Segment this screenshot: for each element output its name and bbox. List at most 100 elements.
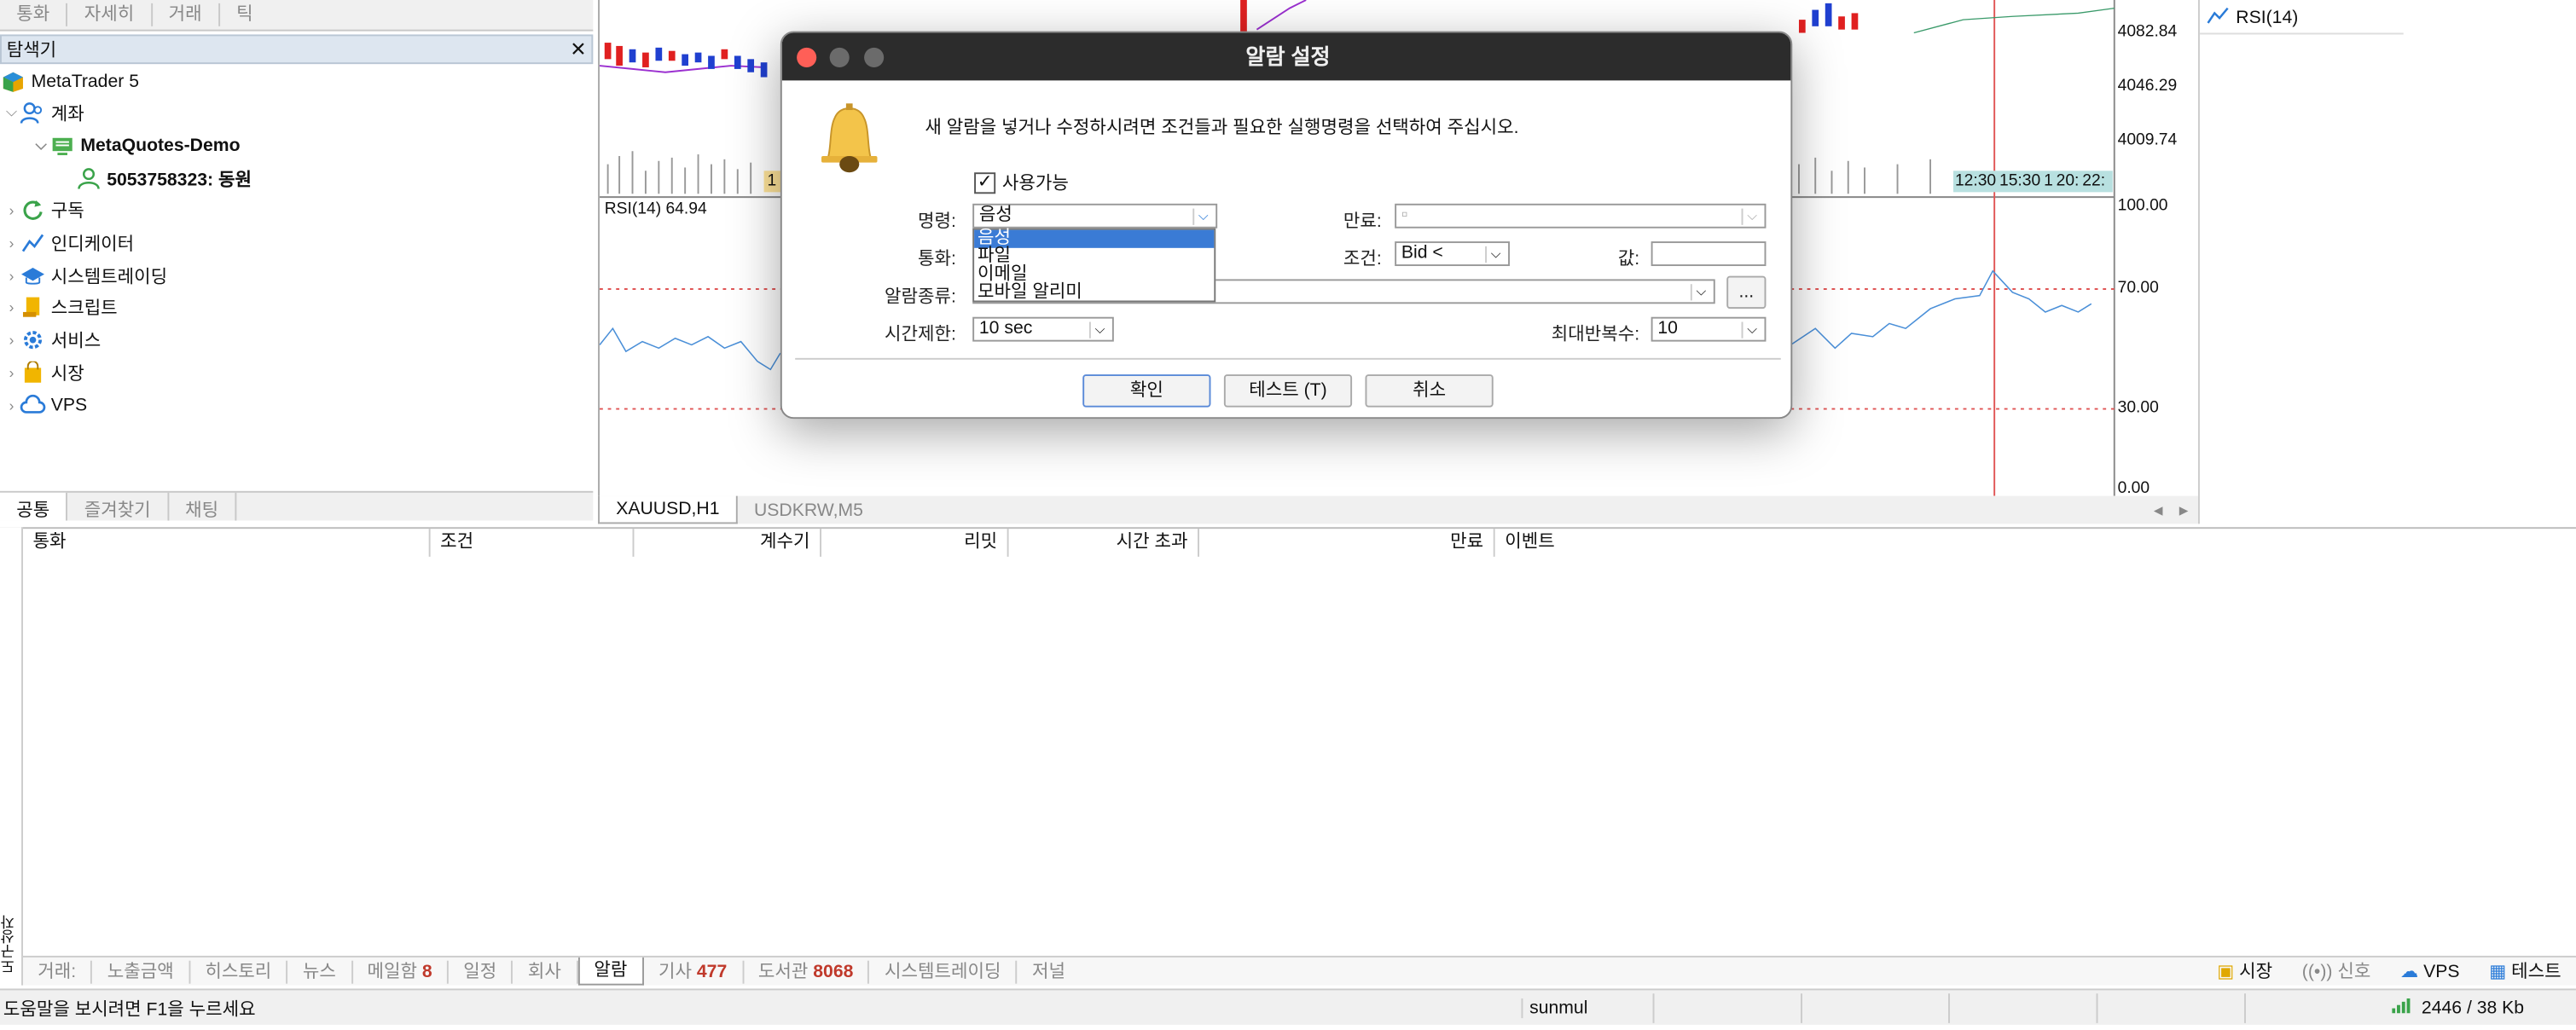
- timeout-select[interactable]: 10 sec ⌵: [972, 316, 1114, 342]
- tab-journal[interactable]: 저널: [1018, 960, 1081, 983]
- action-select[interactable]: 음성 ⌵: [972, 203, 1218, 229]
- tab-history[interactable]: 히스토리: [190, 959, 288, 983]
- market-watch-tabs: 통화 자세히 거래 틱: [0, 0, 594, 32]
- chevron-right-icon[interactable]: ›: [3, 201, 20, 217]
- nav-services[interactable]: › 서비스: [3, 323, 101, 355]
- tab-mailbox[interactable]: 메일함 8: [352, 959, 449, 983]
- tab-calendar[interactable]: 일정: [449, 959, 513, 983]
- tab-chart-usdkrw[interactable]: USDKRW,M5: [738, 497, 879, 524]
- nav-algo-trading[interactable]: › 시스템트레이딩: [3, 259, 167, 291]
- tab-alerts[interactable]: 알람: [577, 957, 644, 986]
- price-label: 4082.84: [2117, 22, 2178, 42]
- chevron-right-icon[interactable]: ›: [3, 364, 20, 380]
- col-expiry[interactable]: 만료: [1199, 529, 1495, 557]
- chevron-down-icon[interactable]: ⌵: [1192, 208, 1212, 225]
- nav-market[interactable]: › 시장: [3, 356, 84, 388]
- ok-button[interactable]: 확인: [1082, 374, 1211, 408]
- users-icon: [20, 100, 46, 126]
- cloud-icon: ☁: [2400, 961, 2419, 981]
- scroll-right-icon[interactable]: ▸: [2169, 497, 2198, 524]
- tab-trading[interactable]: 거래: [152, 3, 220, 26]
- col-symbol[interactable]: 통화: [23, 529, 431, 557]
- chevron-down-icon[interactable]: ⌵: [33, 136, 49, 154]
- col-counter[interactable]: 계수기: [634, 529, 821, 557]
- close-icon[interactable]: ✕: [570, 38, 586, 61]
- expiry-field[interactable]: ▫ ⌵: [1395, 203, 1767, 229]
- col-timeout[interactable]: 시간 초과: [1009, 529, 1199, 557]
- enabled-checkbox[interactable]: ✓ 사용가능: [974, 169, 1069, 195]
- tab-algo-trading[interactable]: 시스템트레이딩: [870, 959, 1018, 983]
- toolbox-side-title: 도구상자: [0, 914, 17, 975]
- tab-ticks[interactable]: 틱: [220, 3, 270, 26]
- tab-library[interactable]: 도서관 8068: [744, 959, 870, 983]
- help-text: 도움말을 보시려면 F1을 누르세요: [3, 998, 256, 1020]
- tab-news[interactable]: 뉴스: [288, 959, 353, 983]
- chevron-down-icon[interactable]: ⌵: [1088, 321, 1109, 339]
- tab-articles[interactable]: 기사 477: [644, 959, 744, 983]
- tab-exposure[interactable]: 노출금액: [92, 959, 190, 983]
- max-iterations-select[interactable]: 10 ⌵: [1651, 316, 1767, 342]
- option-sound[interactable]: 음성: [974, 229, 1215, 248]
- tab-common[interactable]: 공통: [0, 492, 68, 521]
- condition-select[interactable]: Bid < ⌵: [1395, 241, 1510, 267]
- nav-indicators[interactable]: › 인디케이터: [3, 227, 134, 258]
- checkbox-checked-icon[interactable]: ✓: [974, 171, 996, 194]
- col-limit[interactable]: 리밋: [821, 529, 1009, 557]
- browse-button[interactable]: ...: [1726, 275, 1767, 310]
- col-condition[interactable]: 조건: [431, 529, 635, 557]
- chevron-right-icon[interactable]: ›: [3, 298, 20, 315]
- alert-type-label: 알람종류:: [885, 287, 956, 308]
- chevron-right-icon[interactable]: ›: [3, 234, 20, 250]
- scroll-left-icon[interactable]: ◂: [2147, 497, 2169, 524]
- chevron-down-icon[interactable]: ⌵: [1741, 321, 1761, 339]
- bell-icon: [815, 101, 884, 179]
- test-button[interactable]: 테스트 (T): [1223, 374, 1353, 408]
- navigator-tabs: 공통 즐겨찾기 채팅: [0, 490, 594, 521]
- tab-details[interactable]: 자세히: [67, 3, 153, 26]
- chevron-right-icon[interactable]: ›: [3, 396, 20, 413]
- nav-server[interactable]: ⌵ MetaQuotes-Demo: [33, 130, 241, 161]
- close-window-button[interactable]: [797, 47, 817, 67]
- tab-trade[interactable]: 거래:: [23, 959, 93, 983]
- tab-symbols[interactable]: 통화: [0, 3, 68, 26]
- chevron-down-icon[interactable]: ⌵: [1690, 284, 1710, 301]
- divider: [795, 357, 1781, 360]
- option-file[interactable]: 파일: [974, 247, 1214, 266]
- graduation-cap-icon: [20, 262, 46, 288]
- minimize-window-button[interactable]: [829, 47, 850, 67]
- chevron-down-icon[interactable]: ⌵: [1741, 208, 1761, 225]
- option-email[interactable]: 이메일: [974, 265, 1214, 284]
- col-event[interactable]: 이벤트: [1495, 529, 1660, 557]
- nav-scripts[interactable]: › 스크립트: [3, 291, 118, 322]
- checkbox-icon[interactable]: ▫: [1401, 205, 1408, 225]
- price-label: 4009.74: [2117, 131, 2178, 150]
- nav-account[interactable]: 5053758323: 동원: [76, 163, 252, 194]
- expiry-label: 만료:: [1343, 211, 1382, 232]
- nav-root[interactable]: MetaTrader 5: [0, 66, 139, 97]
- rsi-indicator-label: RSI(14) 64.94: [604, 200, 707, 219]
- chevron-down-icon[interactable]: ⌵: [3, 103, 20, 121]
- cancel-button[interactable]: 취소: [1365, 374, 1494, 408]
- option-mobile-notification[interactable]: 모바일 알리미: [974, 283, 1214, 302]
- zoom-window-button[interactable]: [864, 47, 885, 67]
- tab-tester[interactable]: ▦ 테스트: [2474, 960, 2576, 983]
- chevron-right-icon[interactable]: ›: [3, 267, 20, 283]
- tab-company[interactable]: 회사: [513, 959, 578, 983]
- tab-chat[interactable]: 채팅: [169, 492, 237, 521]
- nav-vps[interactable]: › VPS: [3, 389, 87, 420]
- indicator-item[interactable]: RSI(14): [2199, 3, 2404, 35]
- tab-signals[interactable]: ((•)) 신호: [2287, 960, 2385, 983]
- tab-favorites[interactable]: 즐겨찾기: [67, 492, 169, 521]
- value-input[interactable]: [1651, 241, 1767, 267]
- nav-accounts[interactable]: ⌵ 계좌: [3, 97, 84, 129]
- tab-market[interactable]: ▣ 시장: [2202, 960, 2288, 983]
- tab-vps[interactable]: ☁ VPS: [2386, 960, 2474, 983]
- nav-subscriptions[interactable]: › 구독: [3, 194, 84, 225]
- chevron-right-icon[interactable]: ›: [3, 331, 20, 347]
- tab-chart-xauusd[interactable]: XAUUSD,H1: [598, 495, 738, 524]
- chevron-down-icon[interactable]: ⌵: [1485, 246, 1505, 263]
- chart-tabs: XAUUSD,H1 USDKRW,M5 ◂ ▸: [598, 495, 2198, 524]
- navigator-header: 탐색기 ✕: [0, 34, 594, 65]
- connection-status[interactable]: 2446 / 38 Kb: [2392, 997, 2524, 1018]
- alerts-table-header: ✕ 통화 조건 계수기 리밋 시간 초과 만료 이벤트: [0, 527, 2576, 557]
